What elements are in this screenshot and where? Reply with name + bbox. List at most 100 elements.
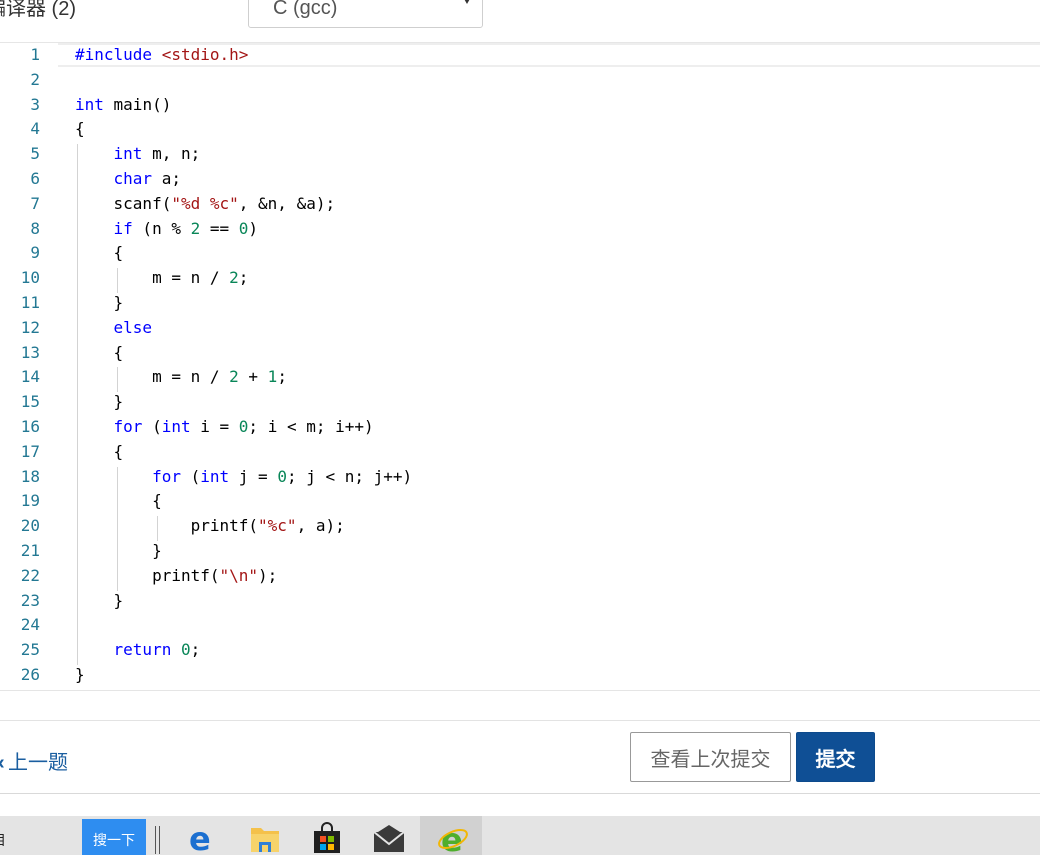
code-token: (	[142, 417, 162, 436]
code-line: }	[75, 591, 124, 611]
code-line: for (int j = 0; j < n; j++)	[75, 467, 412, 487]
code-token: 2	[229, 367, 239, 387]
code-token: ;	[238, 268, 249, 288]
code-editor[interactable]: 1 2 3 4 5 6 7 8 9 10 11 12 13 14 15 16 17 18 19 20 21 22 23 24 2…	[0, 42, 1040, 690]
code-token: }	[75, 293, 124, 312]
code-token: "\n"	[219, 565, 259, 585]
code-token: for	[152, 466, 181, 486]
code-token: );	[258, 565, 278, 585]
line-number: 15	[20, 392, 40, 412]
code-line: {	[75, 343, 124, 363]
code-token: )	[248, 218, 259, 238]
code-line: #include <stdio.h>	[75, 45, 248, 65]
svg-text:e: e	[441, 822, 463, 855]
line-number: 19	[20, 491, 40, 511]
code-token: +	[238, 367, 268, 387]
line-number: 6	[30, 169, 40, 188]
code-token: (	[180, 466, 201, 486]
code-token: }	[75, 665, 85, 684]
line-number: 21	[20, 541, 40, 560]
code-token: int	[161, 417, 191, 436]
taskbar-search-text[interactable]: 目	[0, 830, 6, 850]
code-token: ; j < n; j++)	[286, 466, 413, 486]
submit-button[interactable]: 提交	[796, 732, 875, 782]
code-line: }	[75, 392, 124, 412]
code-line: return 0;	[75, 640, 201, 660]
taskbar: 目 搜一下 e e	[0, 816, 1040, 855]
taskbar-search-button[interactable]: 搜一下	[82, 819, 146, 855]
code-line: {	[75, 442, 124, 462]
code-line: {	[75, 491, 162, 511]
code-token: (n %	[132, 218, 191, 238]
language-select[interactable]: C (gcc)	[248, 0, 483, 28]
file-explorer-icon[interactable]	[248, 822, 282, 855]
code-token: char	[113, 169, 153, 188]
code-token: 2	[190, 218, 201, 238]
line-number: 23	[20, 590, 40, 610]
code-line: for (int i = 0; i < m; i++)	[75, 417, 374, 437]
code-token: , &n, &a);	[238, 193, 336, 213]
code-token: {	[75, 119, 85, 139]
code-token: "%d %c"	[171, 193, 239, 213]
code-token: int	[200, 466, 230, 486]
code-line: m = n / 2 + 1;	[75, 367, 287, 387]
code-token: 0	[238, 218, 249, 238]
code-token: }	[75, 392, 124, 412]
store-icon[interactable]	[310, 822, 344, 855]
code-token: scanf(	[75, 193, 172, 213]
code-line: char a;	[75, 169, 181, 189]
line-number: 22	[20, 565, 40, 585]
code-line: }	[75, 665, 85, 685]
line-number: 10	[20, 268, 40, 288]
line-number: 5	[30, 144, 40, 164]
code-token: int	[113, 144, 143, 164]
code-line: int main()	[75, 95, 171, 115]
svg-text:e: e	[189, 822, 211, 855]
line-number: 14	[20, 367, 40, 387]
code-token: printf(	[75, 565, 220, 585]
code-token: ; i < m; i++)	[248, 417, 374, 436]
view-last-submission-button[interactable]: 查看上次提交	[630, 732, 791, 782]
code-line: int m, n;	[75, 144, 201, 164]
code-token: m = n /	[75, 367, 230, 387]
line-number: 12	[20, 317, 40, 337]
language-select-value: C (gcc)	[273, 0, 338, 19]
line-number: 24	[20, 615, 40, 635]
chevron-left-icon: ‹	[0, 752, 8, 775]
code-area[interactable]: #include <stdio.h> int main(){ int m, n; …	[75, 43, 1035, 690]
mail-icon[interactable]	[372, 822, 406, 855]
edge-icon[interactable]: e	[186, 820, 220, 855]
code-line: printf("%c", a);	[75, 516, 345, 536]
indent-guide	[117, 367, 118, 393]
line-number: 26	[20, 665, 40, 684]
code-token: {	[75, 243, 124, 263]
code-token: else	[113, 317, 153, 337]
ie-icon[interactable]: e	[436, 821, 470, 855]
code-line: scanf("%d %c", &n, &a);	[75, 193, 336, 214]
code-token: j =	[229, 466, 278, 486]
code-line: printf("\n");	[75, 566, 277, 586]
previous-question-link[interactable]: ‹上一题	[0, 746, 68, 775]
line-number: 1	[30, 45, 40, 64]
code-line: if (n % 2 == 0)	[75, 218, 259, 239]
line-number: 9	[30, 243, 40, 263]
line-number: 3	[30, 94, 40, 114]
line-number: 25	[20, 640, 40, 660]
code-token: int	[75, 94, 104, 114]
action-bar: ‹上一题 查看上次提交 提交	[0, 720, 1040, 794]
code-token: i =	[190, 417, 239, 436]
code-token: ;	[277, 367, 287, 387]
code-line: {	[75, 119, 85, 139]
code-token: printf(	[75, 516, 259, 536]
line-number: 16	[20, 417, 40, 436]
code-token: }	[75, 541, 162, 560]
code-line: }	[75, 541, 162, 561]
